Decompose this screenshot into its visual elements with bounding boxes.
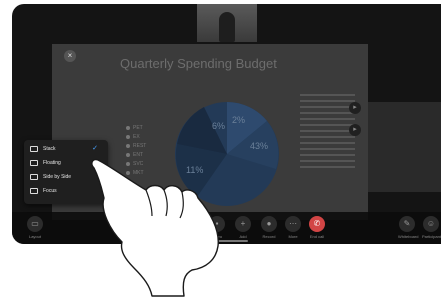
- participants-button[interactable]: ☺ Participants: [422, 216, 441, 239]
- share-close-icon[interactable]: ×: [64, 50, 76, 62]
- side-control-icon[interactable]: ▸: [349, 102, 361, 114]
- self-view-person: [219, 12, 235, 42]
- pie-label: 43%: [250, 141, 268, 151]
- self-view-video[interactable]: [197, 4, 257, 42]
- presentation-title: Quarterly Spending Budget: [120, 56, 277, 71]
- stack-icon: [30, 145, 38, 152]
- record-icon: ●: [261, 216, 277, 232]
- record-button[interactable]: ● Record: [260, 216, 278, 239]
- hang-up-icon: ✆: [309, 216, 325, 232]
- presentation-text-block: [300, 94, 355, 172]
- pie-label: 2%: [232, 115, 245, 125]
- remote-participant-video[interactable]: [368, 102, 441, 192]
- side-control-icon[interactable]: ▸: [349, 124, 361, 136]
- legend-item: PET: [126, 124, 146, 133]
- legend-item: EX: [126, 133, 146, 142]
- pie-label: 6%: [212, 121, 225, 131]
- side-by-side-icon: [30, 173, 38, 180]
- whiteboard-button[interactable]: ✎ Whiteboard: [398, 216, 418, 239]
- pointing-hand-illustration: [91, 158, 219, 297]
- more-button[interactable]: ⋯ More: [284, 216, 302, 239]
- focus-icon: [30, 187, 38, 194]
- hand-outline: [91, 158, 219, 297]
- floating-icon: [30, 159, 38, 166]
- more-icon: ⋯: [285, 216, 301, 232]
- layout-icon: ▭: [27, 216, 43, 232]
- layout-button[interactable]: ▭ Layout: [26, 216, 44, 239]
- end-call-button[interactable]: ✆ End call: [308, 216, 326, 239]
- participants-icon: ☺: [423, 216, 439, 232]
- whiteboard-icon: ✎: [399, 216, 415, 232]
